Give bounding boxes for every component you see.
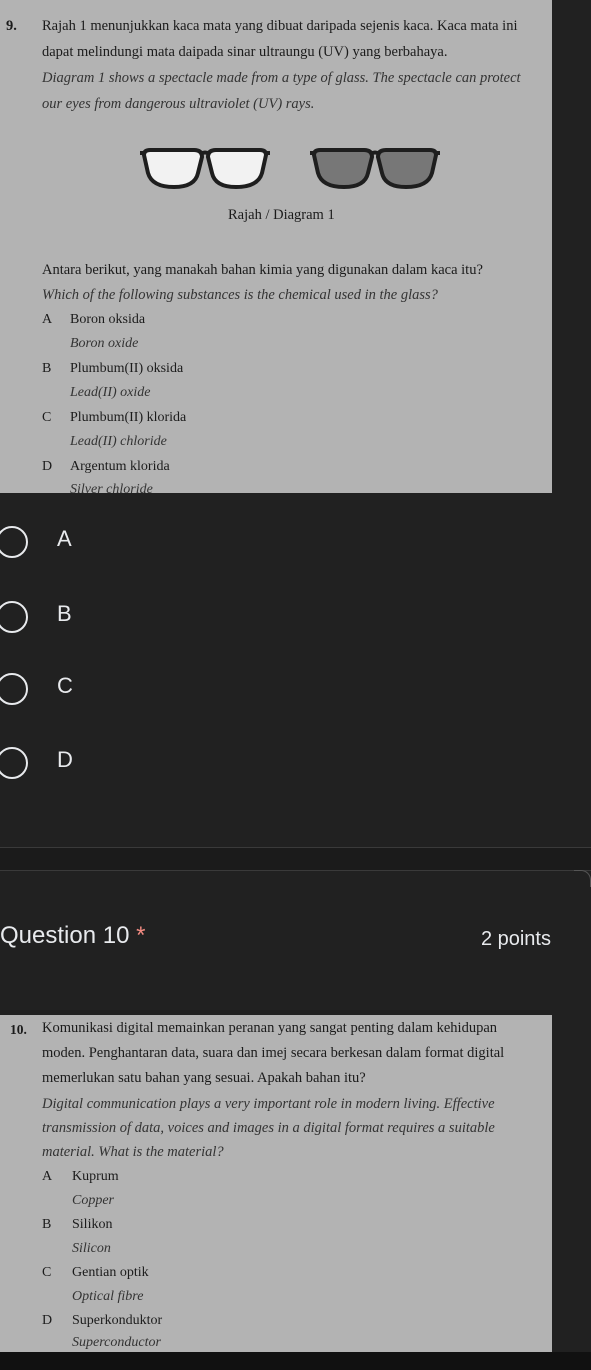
option-text: Kuprum (72, 1169, 119, 1184)
question-text-line-en: Digital communication plays a very impor… (42, 1096, 495, 1112)
choice-label: B (57, 601, 72, 626)
card-corner (574, 870, 591, 887)
option-text-en: Copper (72, 1193, 114, 1208)
option-text: Plumbum(II) klorida (70, 410, 187, 425)
question-title: Question 10 * (0, 922, 145, 950)
bottom-bar (0, 1352, 591, 1370)
option-text: Boron oksida (70, 312, 146, 327)
question-points: 2 points (480, 928, 551, 950)
tinted-spectacles (310, 148, 440, 190)
radio-button[interactable] (0, 673, 28, 705)
required-asterisk: * (136, 922, 146, 949)
diagram-caption: Rajah / Diagram 1 (228, 207, 335, 223)
option-letter: B (42, 1217, 52, 1232)
question-stem: Antara berikut, yang manakah bahan kimia… (42, 262, 483, 278)
option-text-en: Silicon (72, 1241, 111, 1256)
question-text-line-en: material. What is the material? (42, 1144, 224, 1160)
question-9-image: 9. Rajah 1 menunjukkan kaca mata yang di… (0, 0, 552, 497)
question-text-line-en: Diagram 1 shows a spectacle made from a … (42, 70, 521, 86)
option-letter: D (42, 459, 53, 474)
question-text-line: Komunikasi digital memainkan peranan yan… (42, 1020, 498, 1036)
radio-button[interactable] (0, 601, 28, 633)
question-text-line: memerlukan satu bahan yang sesuai. Apaka… (42, 1070, 366, 1086)
radio-button[interactable] (0, 747, 28, 779)
option-letter: D (42, 1313, 53, 1328)
clear-spectacles (140, 148, 270, 190)
radio-button[interactable] (0, 526, 28, 558)
radio-choice-b[interactable]: B (0, 589, 300, 649)
question-10-image: 10. Komunikasi digital memainkan peranan… (0, 1015, 552, 1352)
option-letter: C (42, 1265, 52, 1280)
choice-label: D (57, 747, 73, 772)
radio-choice-c[interactable]: C (0, 661, 300, 721)
option-letter: B (42, 361, 52, 376)
spectacles-diagram (140, 148, 440, 190)
option-text-en: Superconductor (72, 1335, 161, 1350)
question-stem-en: Which of the following substances is the… (42, 287, 438, 303)
radio-choice-d[interactable]: D (0, 735, 300, 795)
question-text-line: moden. Penghantaran data, suara dan imej… (42, 1045, 505, 1061)
question-text-line: dapat melindungi mata daipada sinar ultr… (42, 44, 448, 60)
question-text-line-en: transmission of data, voices and images … (42, 1120, 495, 1136)
option-text-en: Boron oxide (70, 336, 139, 351)
radio-choice-a[interactable]: A (0, 514, 300, 574)
question-title-text: Question 10 (0, 922, 130, 949)
option-letter: A (42, 312, 53, 327)
choice-label: A (57, 526, 72, 551)
option-text-en: Lead(II) chloride (70, 434, 167, 449)
option-text: Plumbum(II) oksida (70, 361, 184, 376)
question-text-line: Rajah 1 menunjukkan kaca mata yang dibua… (42, 18, 518, 34)
option-text-en: Lead(II) oxide (70, 385, 151, 400)
question-number: 10. (10, 1022, 27, 1037)
option-text: Silikon (72, 1217, 113, 1232)
option-letter: C (42, 410, 52, 425)
question-text-line-en: our eyes from dangerous ultraviolet (UV)… (42, 96, 315, 112)
option-letter: A (42, 1169, 53, 1184)
choice-label: C (57, 673, 73, 698)
card-divider (0, 847, 591, 871)
question-number: 9. (6, 18, 17, 34)
option-text-en: Silver chloride (70, 482, 153, 497)
option-text-en: Optical fibre (72, 1289, 144, 1304)
option-text: Gentian optik (72, 1265, 149, 1280)
option-text: Argentum klorida (70, 459, 170, 474)
option-text: Superkonduktor (72, 1313, 163, 1328)
